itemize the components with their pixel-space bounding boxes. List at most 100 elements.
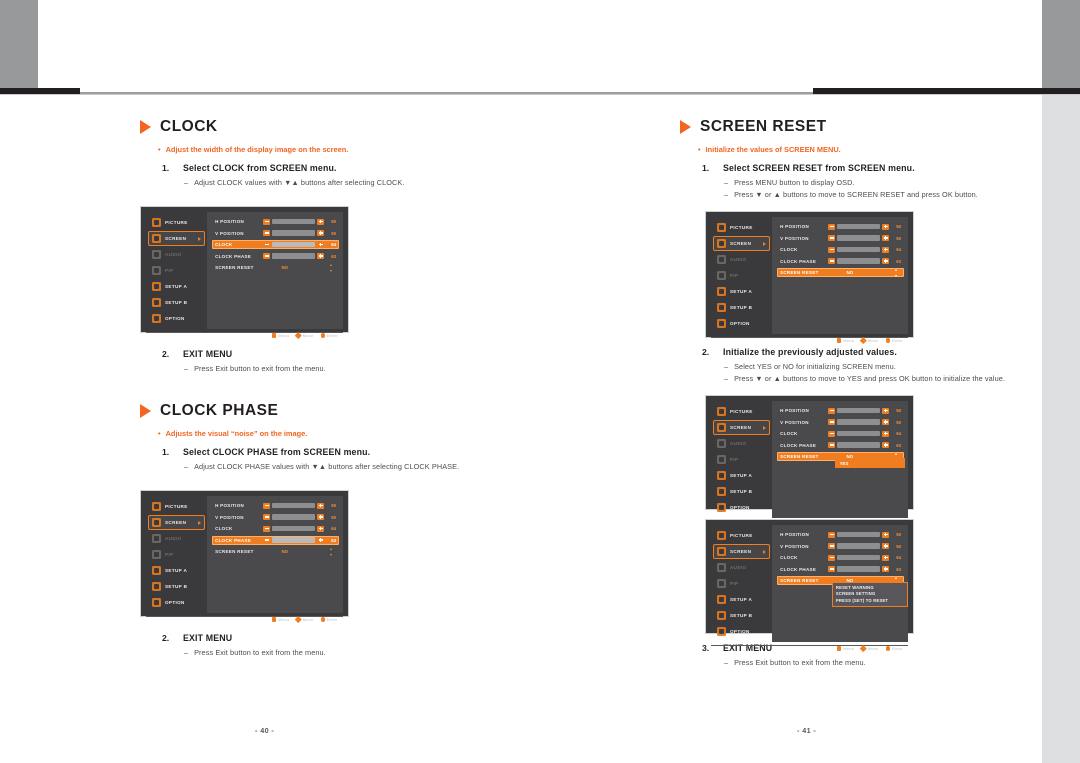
osd-sidebar-item-setup-a[interactable]: SETUP A bbox=[713, 468, 770, 483]
plus-icon[interactable] bbox=[317, 537, 324, 543]
plus-icon[interactable] bbox=[882, 407, 889, 414]
minus-icon[interactable] bbox=[828, 419, 836, 425]
slider-track[interactable] bbox=[272, 230, 315, 236]
plus-icon[interactable] bbox=[882, 223, 889, 230]
slider-track[interactable] bbox=[837, 223, 880, 230]
slider-track[interactable] bbox=[272, 537, 315, 543]
osd-slider[interactable] bbox=[828, 442, 889, 448]
slider-track[interactable] bbox=[837, 554, 880, 561]
osd-slider[interactable] bbox=[263, 241, 324, 248]
minus-icon[interactable] bbox=[828, 407, 836, 414]
slider-track[interactable] bbox=[272, 525, 315, 532]
osd-row-clock-phase[interactable]: CLOCK PHASE 63 bbox=[212, 535, 339, 545]
osd-row-v-position[interactable]: V POSITION 50 bbox=[212, 513, 339, 522]
plus-icon[interactable] bbox=[882, 442, 889, 448]
osd-slider[interactable] bbox=[828, 554, 889, 561]
osd-sidebar-item-option[interactable]: OPTION bbox=[713, 624, 770, 639]
slider-track[interactable] bbox=[837, 430, 880, 437]
minus-icon[interactable] bbox=[828, 246, 836, 253]
plus-icon[interactable] bbox=[317, 502, 324, 509]
osd-slider[interactable] bbox=[263, 253, 324, 259]
up-down-arrows-icon[interactable] bbox=[329, 547, 334, 556]
plus-icon[interactable] bbox=[882, 235, 889, 241]
osd-slider[interactable] bbox=[828, 419, 889, 425]
osd-row-clock[interactable]: CLOCK 64 bbox=[212, 524, 339, 533]
slider-track[interactable] bbox=[837, 246, 880, 253]
osd-row-clock-phase[interactable]: CLOCK PHASE 63 bbox=[777, 441, 904, 450]
slider-track[interactable] bbox=[272, 502, 315, 509]
minus-icon[interactable] bbox=[263, 525, 271, 532]
osd-row-h-position[interactable]: H POSITION 50 bbox=[777, 406, 904, 415]
slider-track[interactable] bbox=[837, 407, 880, 414]
plus-icon[interactable] bbox=[882, 258, 889, 264]
osd-sidebar-item-audio[interactable]: AUDIO bbox=[713, 560, 770, 575]
osd-slider[interactable] bbox=[828, 246, 889, 253]
osd-row-screen-reset[interactable]: SCREEN RESET NO bbox=[212, 263, 339, 272]
slider-track[interactable] bbox=[272, 218, 315, 225]
osd-slider[interactable] bbox=[263, 502, 324, 509]
minus-icon[interactable] bbox=[828, 442, 836, 448]
osd-row-h-position[interactable]: H POSITION 50 bbox=[777, 222, 904, 231]
osd-row-screen-reset[interactable]: SCREEN RESET NO bbox=[212, 547, 339, 556]
plus-icon[interactable] bbox=[882, 430, 889, 437]
osd-slider[interactable] bbox=[263, 230, 324, 236]
osd-row-v-position[interactable]: V POSITION 50 bbox=[777, 418, 904, 427]
osd-sidebar-item-pip[interactable]: PIP bbox=[713, 576, 770, 591]
osd-sidebar-item-option[interactable]: OPTION bbox=[148, 311, 205, 326]
osd-sidebar-item-picture[interactable]: PICTURE bbox=[148, 499, 205, 514]
plus-icon[interactable] bbox=[317, 241, 324, 248]
osd-sidebar-item-setup-b[interactable]: SETUP B bbox=[148, 579, 205, 594]
minus-icon[interactable] bbox=[828, 566, 836, 572]
osd-row-clock-phase[interactable]: CLOCK PHASE 63 bbox=[777, 257, 904, 266]
up-down-arrows-icon[interactable] bbox=[329, 263, 334, 272]
osd-slider[interactable] bbox=[263, 525, 324, 532]
osd-sidebar-item-audio[interactable]: AUDIO bbox=[148, 531, 205, 546]
plus-icon[interactable] bbox=[882, 246, 889, 253]
osd-dropdown-screen-reset[interactable]: YES bbox=[834, 458, 906, 468]
slider-track[interactable] bbox=[837, 258, 880, 264]
slider-track[interactable] bbox=[272, 514, 315, 520]
minus-icon[interactable] bbox=[263, 502, 271, 509]
osd-slider[interactable] bbox=[828, 566, 889, 572]
osd-row-h-position[interactable]: H POSITION 50 bbox=[212, 217, 339, 226]
osd-slider[interactable] bbox=[263, 218, 324, 225]
osd-slider[interactable] bbox=[828, 407, 889, 414]
osd-row-screen-reset[interactable]: SCREEN RESET NO bbox=[777, 268, 904, 277]
slider-track[interactable] bbox=[837, 235, 880, 241]
minus-icon[interactable] bbox=[263, 537, 271, 543]
minus-icon[interactable] bbox=[828, 543, 836, 549]
osd-row-v-position[interactable]: V POSITION 50 bbox=[777, 234, 904, 243]
plus-icon[interactable] bbox=[317, 514, 324, 520]
slider-track[interactable] bbox=[837, 442, 880, 448]
osd-row-clock-phase[interactable]: CLOCK PHASE 63 bbox=[777, 565, 904, 574]
osd-sidebar-item-picture[interactable]: PICTURE bbox=[148, 215, 205, 230]
osd-sidebar-item-setup-b[interactable]: SETUP B bbox=[148, 295, 205, 310]
minus-icon[interactable] bbox=[828, 430, 836, 437]
minus-icon[interactable] bbox=[828, 223, 836, 230]
osd-sidebar-item-pip[interactable]: PIP bbox=[148, 547, 205, 562]
osd-row-clock[interactable]: CLOCK 64 bbox=[777, 553, 904, 562]
plus-icon[interactable] bbox=[317, 253, 324, 259]
osd-dropdown-option-yes[interactable]: YES bbox=[835, 459, 905, 467]
slider-track[interactable] bbox=[837, 543, 880, 549]
minus-icon[interactable] bbox=[263, 218, 271, 225]
minus-icon[interactable] bbox=[828, 235, 836, 241]
osd-sidebar-item-picture[interactable]: PICTURE bbox=[713, 220, 770, 235]
minus-icon[interactable] bbox=[263, 514, 271, 520]
slider-track[interactable] bbox=[837, 531, 880, 538]
osd-sidebar-item-audio[interactable]: AUDIO bbox=[713, 436, 770, 451]
minus-icon[interactable] bbox=[828, 531, 836, 538]
osd-row-clock[interactable]: CLOCK 64 bbox=[777, 429, 904, 438]
minus-icon[interactable] bbox=[828, 258, 836, 264]
plus-icon[interactable] bbox=[882, 554, 889, 561]
osd-sidebar-item-pip[interactable]: PIP bbox=[148, 263, 205, 278]
minus-icon[interactable] bbox=[828, 554, 836, 561]
osd-slider[interactable] bbox=[828, 430, 889, 437]
osd-slider[interactable] bbox=[263, 514, 324, 520]
osd-row-v-position[interactable]: V POSITION 50 bbox=[777, 542, 904, 551]
osd-sidebar-item-setup-b[interactable]: SETUP B bbox=[713, 484, 770, 499]
minus-icon[interactable] bbox=[263, 230, 271, 236]
osd-sidebar-item-setup-a[interactable]: SETUP A bbox=[713, 284, 770, 299]
plus-icon[interactable] bbox=[882, 543, 889, 549]
plus-icon[interactable] bbox=[882, 531, 889, 538]
